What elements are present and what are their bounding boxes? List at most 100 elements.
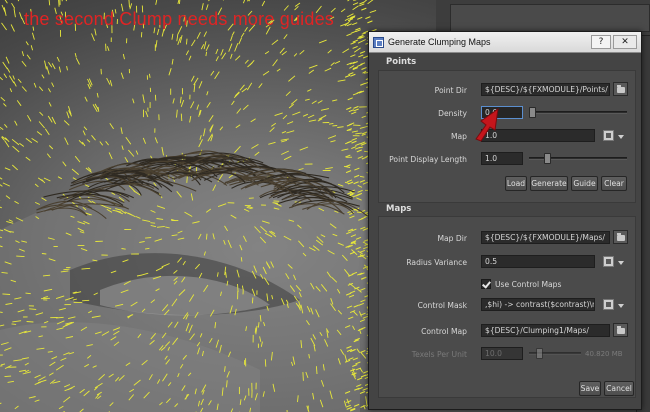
hair-guide	[179, 96, 182, 104]
hair-guide	[48, 102, 52, 107]
hair-guide	[124, 156, 129, 163]
hair-guide	[17, 0, 20, 2]
hair-guide	[12, 75, 15, 80]
hair-guide	[307, 114, 315, 119]
hair-guide	[347, 0, 350, 2]
hair-guide	[31, 32, 35, 40]
hair-guide	[25, 292, 31, 295]
hair-guide	[359, 391, 366, 394]
hair-guide	[46, 66, 50, 75]
hair-guide	[198, 139, 203, 148]
clear-button[interactable]: Clear	[601, 176, 627, 191]
hair-guide	[13, 81, 17, 87]
hair-guide	[122, 53, 125, 60]
hair-guide	[354, 167, 360, 171]
hair-guide	[83, 126, 88, 131]
control-map-browse-button[interactable]	[613, 323, 628, 337]
hair-guide	[359, 50, 366, 54]
point-dir-browse-button[interactable]	[613, 82, 628, 96]
hair-guide	[230, 53, 233, 59]
texture-map-icon[interactable]	[603, 299, 614, 310]
radius-variance-field[interactable]: 0.5	[481, 255, 595, 268]
hair-guide	[99, 141, 104, 146]
map-dir-field[interactable]: ${DESC}/${FXMODULE}/Maps/	[481, 231, 610, 244]
hair-guide	[47, 115, 53, 123]
hair-guide	[361, 67, 367, 70]
hair-guide	[191, 39, 196, 47]
hair-guide	[14, 200, 19, 204]
hair-guide	[25, 156, 31, 161]
load-button[interactable]: Load	[505, 176, 527, 191]
cancel-button[interactable]: Cancel	[604, 381, 634, 396]
control-map-field[interactable]: ${DESC}/Clumping1/Maps/	[481, 324, 610, 337]
texture-map-icon[interactable]	[603, 130, 614, 141]
hair-guide	[351, 137, 358, 141]
texels-per-unit-label: Texels Per Unit	[411, 350, 467, 359]
map-dir-browse-button[interactable]	[613, 230, 628, 244]
guide-button[interactable]: Guide	[571, 176, 598, 191]
hair-guide	[0, 96, 6, 102]
hair-guide	[84, 96, 88, 102]
close-button[interactable]: ✕	[613, 35, 637, 49]
hair-guide	[41, 253, 47, 255]
hair-guide	[135, 150, 139, 155]
hair-guide	[58, 66, 62, 73]
hair-guide	[203, 31, 208, 37]
density-slider-track[interactable]	[529, 111, 627, 114]
point-dir-field[interactable]: ${DESC}/${FXMODULE}/Points/	[481, 83, 610, 96]
hair-guide	[11, 164, 19, 171]
control-mask-field[interactable]: ,$hi) -> contrast($contrast)\n\n	[481, 298, 595, 311]
chevron-down-icon[interactable]	[618, 261, 624, 265]
hair-guide	[66, 111, 70, 119]
hair-guide	[46, 153, 51, 159]
hair-guide	[254, 151, 260, 156]
hair-guide	[205, 44, 210, 51]
chevron-down-icon[interactable]	[618, 304, 624, 308]
hair-guide	[353, 108, 359, 112]
hair-guide	[350, 54, 356, 58]
help-button[interactable]: ?	[591, 35, 611, 49]
hair-guide	[155, 40, 158, 48]
hair-guide	[205, 233, 208, 240]
dialog-titlebar[interactable]: Generate Clumping Maps ? ✕	[369, 32, 641, 53]
hair-guide	[48, 88, 51, 93]
hair-guide	[281, 130, 287, 134]
hair-guide	[12, 145, 20, 153]
hair-guide	[357, 184, 363, 188]
hair-guide	[334, 60, 341, 65]
hair-guide	[353, 181, 359, 185]
hair-guide	[360, 374, 367, 378]
texture-map-icon[interactable]	[603, 256, 614, 267]
hair-guide	[86, 139, 91, 143]
hair-guide	[0, 184, 3, 187]
folder-icon	[617, 85, 625, 93]
point-display-length-slider-handle[interactable]	[544, 153, 551, 164]
hair-guide	[43, 177, 51, 182]
hair-guide	[350, 73, 356, 77]
hair-guide	[242, 0, 246, 4]
hair-guide	[290, 98, 298, 105]
point-display-length-field[interactable]: 1.0	[481, 152, 523, 165]
hair-guide	[72, 177, 78, 181]
use-control-maps-checkbox[interactable]	[481, 279, 491, 289]
hair-guide	[155, 0, 158, 5]
hair-guide	[180, 99, 185, 107]
hair-guide	[44, 128, 50, 136]
control-mask-label: Control Mask	[417, 301, 467, 310]
hair-guide	[302, 372, 304, 381]
hair-guide	[365, 16, 371, 20]
density-slider-handle[interactable]	[529, 107, 536, 118]
hair-guide	[6, 67, 11, 73]
hair-guide	[367, 0, 374, 5]
hair-guide	[354, 47, 361, 53]
save-button[interactable]: Save	[579, 381, 601, 396]
chevron-down-icon[interactable]	[618, 135, 624, 139]
generate-button[interactable]: Generate	[530, 176, 568, 191]
hair-guide	[48, 145, 54, 150]
hair-guide	[357, 63, 363, 67]
hair-guide	[352, 22, 358, 26]
hair-guide	[19, 12, 23, 19]
hair-guide	[4, 167, 11, 171]
hair-guide	[106, 46, 110, 52]
hair-guide	[2, 61, 8, 70]
